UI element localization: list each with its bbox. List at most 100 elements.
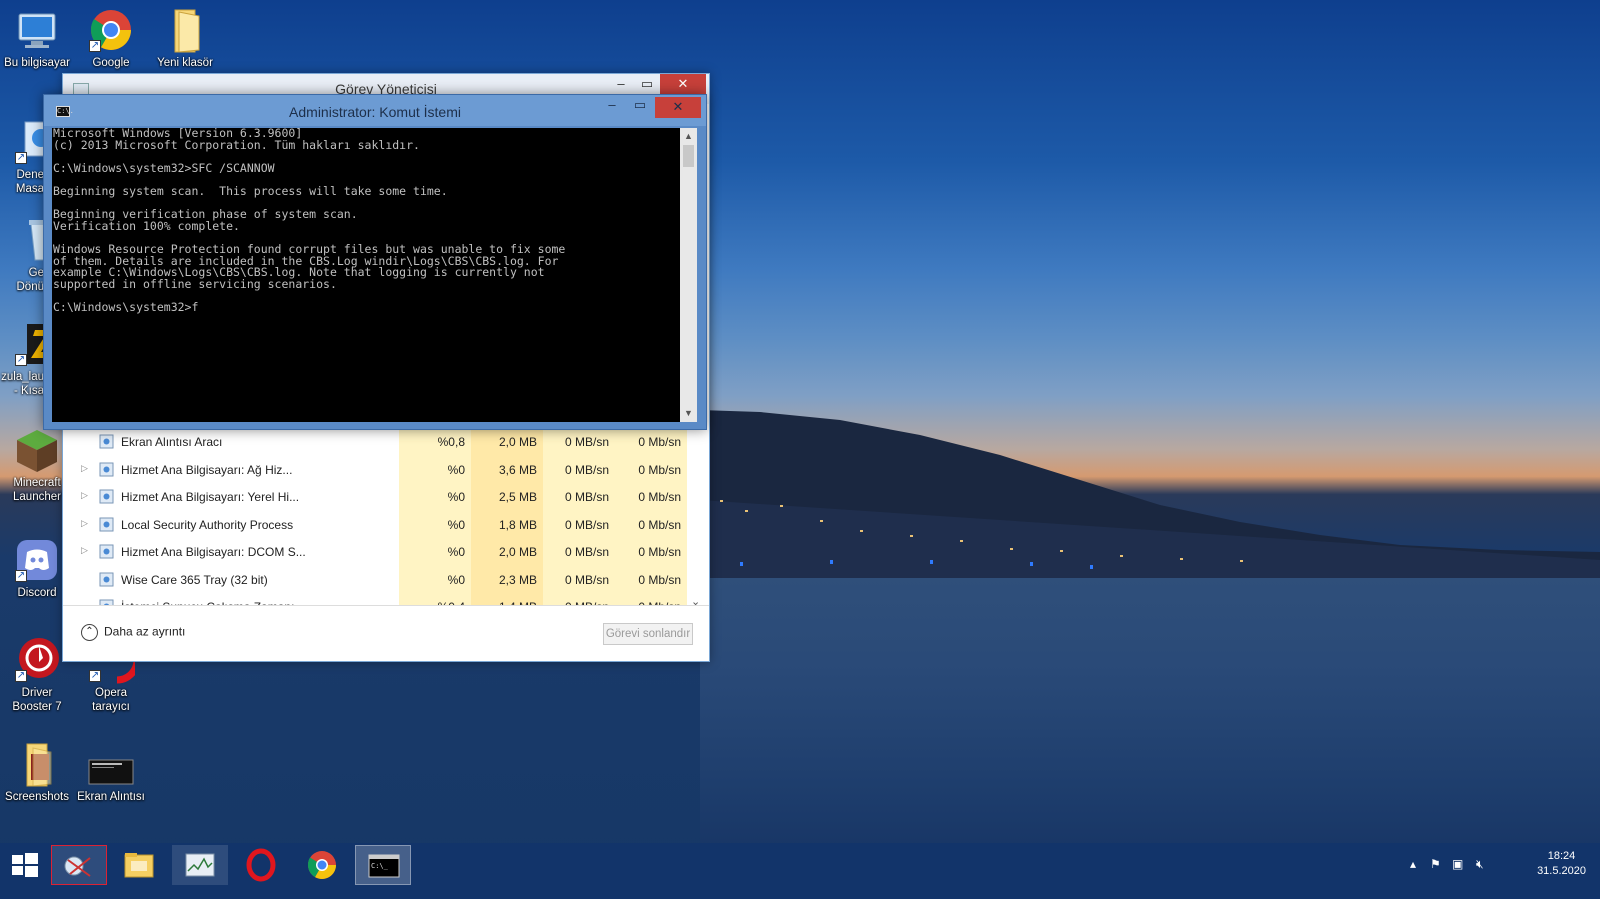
process-list[interactable]: Ekran Alıntısı Aracı %0,8 2,0 MB 0 MB/sn 0 M… [71,428,703,606]
process-cpu: %0 [399,455,471,483]
command-prompt-titlebar[interactable]: C:\. Administrator: Komut İstemi – ▭ ✕ [44,95,706,126]
scroll-up-arrow-icon[interactable]: ▲ [680,128,697,145]
expand-chevron-icon[interactable]: ▷ [81,490,89,500]
fewer-details-label: Daha az ayrıntı [104,624,186,639]
this-pc-icon [13,6,61,54]
process-memory: 3,6 MB [471,455,543,483]
process-disk: 0 MB/sn [543,538,615,566]
process-name: Ekran Alıntısı Aracı [121,435,223,449]
process-cpu: %0 [399,565,471,593]
console-scrollbar[interactable]: ▲ ▼ [680,128,697,422]
desktop-icon-label: Discord [17,587,57,599]
show-hidden-icons-chevron-icon[interactable]: ▴ [1410,857,1416,871]
desktop-icon-label: Minecraft Launcher [13,477,61,503]
process-row[interactable]: ▷ Hizmet Ana Bilgisayarı: Yerel Hi... %0 2,… [71,483,703,511]
process-list-scrollbar[interactable]: ⌄ [689,428,703,608]
process-memory: 2,0 MB [471,428,543,456]
desktop-icon-label: Yeni klasör [157,57,213,69]
fewer-details-button[interactable]: ⌃ Daha az ayrıntı [81,624,185,641]
taskbar-snipping-tool[interactable] [51,845,107,885]
taskbar-chrome[interactable] [294,845,350,885]
command-prompt-window[interactable]: C:\. Administrator: Komut İstemi – ▭ ✕ M… [43,94,707,430]
expand-chevron-icon[interactable]: ▷ [81,463,89,473]
desktop-icon-ekran-alintisi[interactable]: Ekran Alıntısı [74,740,148,804]
desktop-icon-label: Google [92,57,130,69]
process-disk: 0 MB/sn [543,483,615,511]
discord-icon: ↗ [13,536,61,584]
process-memory: 2,5 MB [471,483,543,511]
volume-muted-icon[interactable]: 🔇︎ [1476,857,1484,872]
desktop-icon-label: Opera tarayıcı [92,687,130,713]
action-center-flag-icon[interactable]: ⚑ [1430,857,1441,871]
task-manager-icon [185,853,215,877]
process-name: Hizmet Ana Bilgisayarı: Yerel Hi... [121,490,300,504]
taskbar-opera[interactable] [233,845,289,885]
maximize-button[interactable]: ▭ [634,74,660,95]
start-button[interactable] [0,845,50,885]
process-disk: 0 MB/sn [543,510,615,538]
end-task-button[interactable]: Görevi sonlandır [603,623,693,645]
process-cpu: %0 [399,483,471,511]
expand-chevron-icon[interactable]: ▷ [81,518,89,528]
minimize-button[interactable]: – [599,95,625,116]
folder-icon [13,740,61,788]
process-name: Hizmet Ana Bilgisayarı: Ağ Hiz... [121,462,293,477]
maximize-button[interactable]: ▭ [627,95,653,116]
minecraft-icon [13,426,61,474]
process-row[interactable]: ▷ Hizmet Ana Bilgisayarı: DCOM S... %0 2,0 … [71,538,703,566]
scrollbar-thumb[interactable] [683,145,694,167]
folder-icon [161,6,209,54]
screenshot-thumbnail-icon [87,740,135,788]
desktop-icon-label: Driver Booster 7 [12,687,62,713]
desktop-icon-screenshots[interactable]: Screenshots [0,740,74,804]
shortcut-arrow-icon: ↗ [15,570,27,582]
process-network: 0 Mb/sn [615,483,687,511]
desktop-icon-google[interactable]: ↗ Google [74,6,148,70]
process-row[interactable]: ▷ Hizmet Ana Bilgisayarı: Ağ Hiz... %0 3,6 … [71,455,703,483]
console-output[interactable]: Microsoft Windows [Version 6.3.9600] (c)… [52,128,680,422]
close-button[interactable]: ✕ [655,97,701,118]
shortcut-arrow-icon: ↗ [89,670,101,682]
minimize-button[interactable]: – [608,74,634,95]
driver-booster-icon: ↗ [13,636,61,684]
process-row[interactable]: Wise Care 365 Tray (32 bit) %0 2,3 MB 0 MB/… [71,565,703,593]
process-network: 0 Mb/sn [615,510,687,538]
process-name: Hizmet Ana Bilgisayarı: DCOM S... [121,545,306,559]
process-icon [99,434,114,449]
process-icon [99,517,114,532]
process-network: 0 Mb/sn [615,565,687,593]
shortcut-arrow-icon: ↗ [15,152,27,164]
system-tray: ▴ ⚑ ▣ 🔇︎ 18:24 31.5.2020 [1400,843,1600,887]
process-row[interactable]: ▷ Local Security Authority Process %0 1,8 M… [71,510,703,538]
clock-date: 31.5.2020 [1537,865,1586,877]
process-name: Local Security Authority Process [121,517,294,532]
chrome-icon [307,851,336,879]
desktop-icon-this-pc[interactable]: Bu bilgisayar [0,6,74,70]
network-icon[interactable]: ▣ [1452,857,1463,871]
taskbar-file-explorer[interactable] [111,845,167,885]
chrome-icon: ↗ [87,6,135,54]
expand-chevron-icon[interactable]: ▷ [81,545,89,555]
taskbar-task-manager[interactable] [172,845,228,885]
process-network: 0 Mb/sn [615,428,687,456]
taskbar: C:\_ ▴ ⚑ ▣ 🔇︎ 18:24 31.5.2020 [0,843,1600,899]
chevron-up-icon: ⌃ [81,624,98,641]
process-disk: 0 MB/sn [543,428,615,456]
process-network: 0 Mb/sn [615,538,687,566]
desktop-icon-label: Ekran Alıntısı [77,791,145,803]
clock[interactable]: 18:24 31.5.2020 [1537,849,1586,879]
command-prompt-icon: C:\_ [368,854,400,878]
shortcut-arrow-icon: ↗ [15,670,27,682]
process-icon [99,572,114,587]
taskbar-command-prompt[interactable]: C:\_ [355,845,411,885]
process-icon [99,462,114,477]
scroll-down-arrow-icon[interactable]: ▼ [680,405,697,422]
process-icon [99,489,114,504]
desktop-icon-label: Screenshots [5,791,69,803]
process-network: 0 Mb/sn [615,455,687,483]
desktop-icon-new-folder[interactable]: Yeni klasör [148,6,222,70]
process-memory: 1,8 MB [471,510,543,538]
process-row[interactable]: Ekran Alıntısı Aracı %0,8 2,0 MB 0 MB/sn 0 M… [71,428,703,456]
close-button[interactable]: ✕ [660,74,706,95]
svg-text:C:\_: C:\_ [371,862,389,870]
